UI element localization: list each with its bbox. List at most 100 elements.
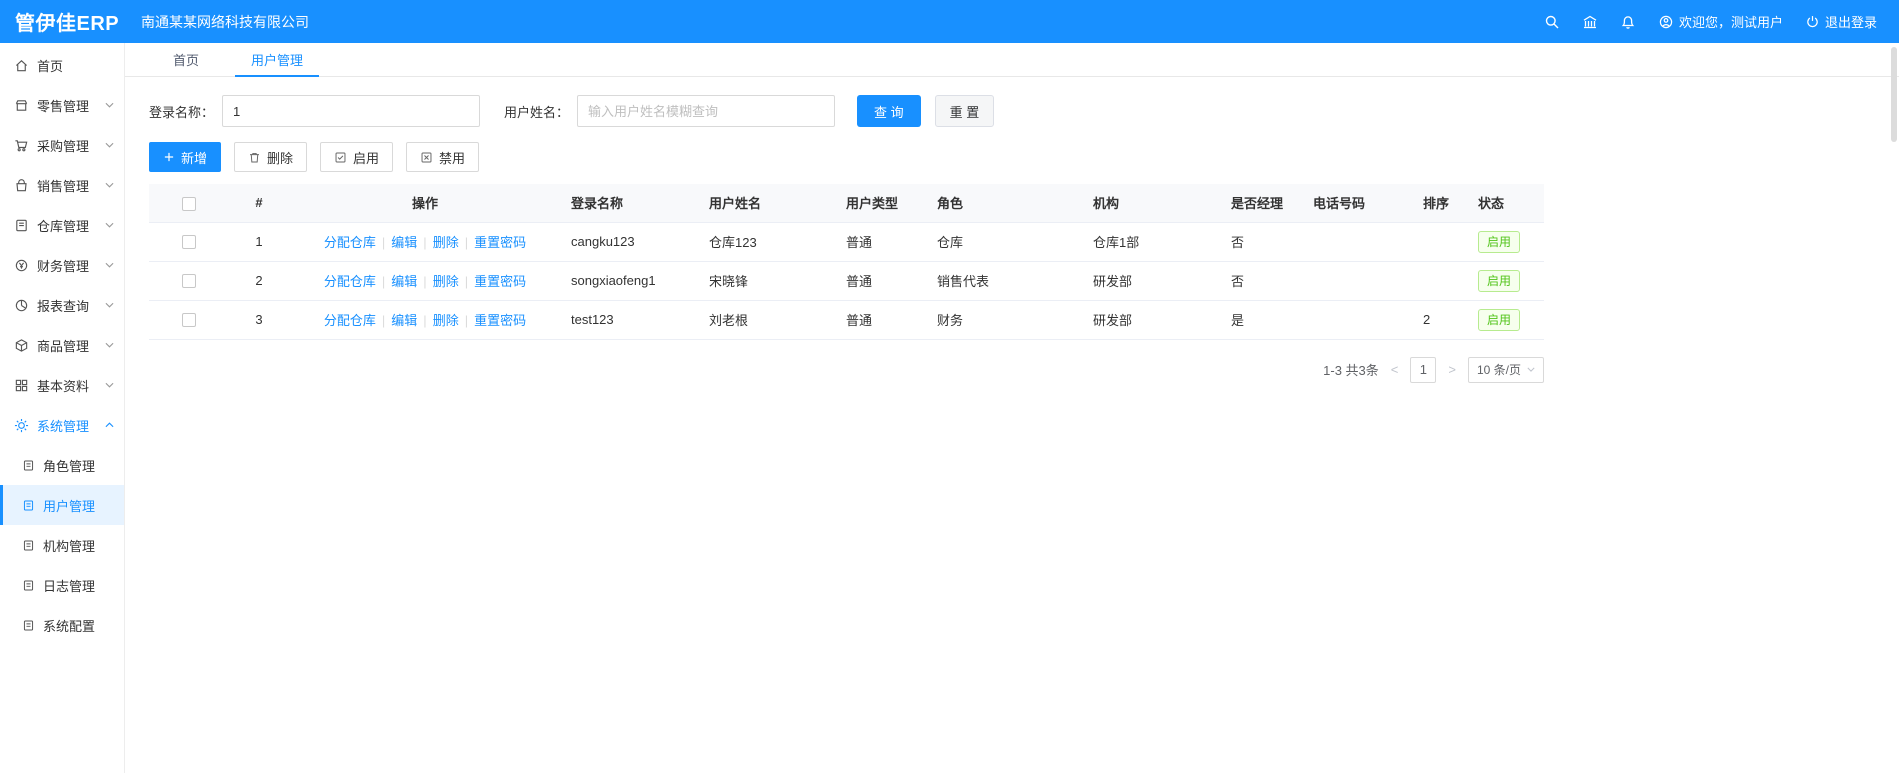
cell-login: test123 bbox=[561, 300, 699, 340]
assign-warehouse-link[interactable]: 分配仓库 bbox=[324, 274, 376, 289]
sidebar-item-log-mgmt[interactable]: 日志管理 bbox=[0, 565, 124, 605]
reset-password-link[interactable]: 重置密码 bbox=[474, 313, 526, 328]
user-name-label: 用户姓名： bbox=[504, 104, 570, 120]
prev-page-button[interactable]: < bbox=[1389, 362, 1401, 377]
cell-manager: 否 bbox=[1221, 261, 1303, 301]
cell-checkbox bbox=[149, 261, 229, 301]
disable-button[interactable]: 禁用 bbox=[406, 142, 480, 172]
cell-org: 仓库1部 bbox=[1083, 222, 1221, 262]
cell-name: 宋晓锋 bbox=[699, 261, 836, 301]
cell-role: 财务 bbox=[927, 300, 1083, 340]
delete-link[interactable]: 删除 bbox=[433, 313, 459, 328]
sidebar-item-home[interactable]: 首页 bbox=[0, 45, 124, 85]
reset-password-link[interactable]: 重置密码 bbox=[474, 274, 526, 289]
sidebar-item-system[interactable]: 系统管理 bbox=[0, 405, 124, 445]
cell-actions: 分配仓库 | 编辑 | 删除 | 重置密码 bbox=[289, 300, 561, 340]
cell-manager: 否 bbox=[1221, 222, 1303, 262]
cell-login: songxiaofeng1 bbox=[561, 261, 699, 301]
vertical-scrollbar[interactable] bbox=[1891, 47, 1897, 142]
status-badge: 启用 bbox=[1478, 308, 1521, 331]
power-icon bbox=[1807, 16, 1818, 28]
status-badge: 启用 bbox=[1478, 269, 1521, 292]
user-circle-icon bbox=[1659, 15, 1673, 28]
assign-warehouse-link[interactable]: 分配仓库 bbox=[324, 235, 376, 250]
reset-button[interactable]: 重 置 bbox=[934, 95, 995, 127]
cell-manager: 是 bbox=[1221, 300, 1303, 340]
sidebar-item-basic-data[interactable]: 基本资料 bbox=[0, 365, 124, 405]
home-bank-icon[interactable] bbox=[1582, 14, 1598, 30]
cell-org: 研发部 bbox=[1083, 261, 1221, 301]
action-separator: | bbox=[464, 235, 469, 250]
doc-icon bbox=[23, 540, 34, 550]
tab-user-mgmt[interactable]: 用户管理 bbox=[235, 43, 320, 77]
header-sort: 排序 bbox=[1413, 184, 1468, 223]
header-checkbox bbox=[149, 184, 229, 223]
sidebar: 首页 零售管理 采购管理 销售管理 仓库管理 财务管理 报表查询 商品管理 基本… bbox=[0, 43, 125, 773]
doc-icon bbox=[23, 620, 34, 630]
search-button[interactable]: 查 询 bbox=[857, 95, 921, 127]
page-size-value: 10 条/页 bbox=[1476, 363, 1521, 377]
cell-type: 普通 bbox=[836, 261, 927, 301]
header-org: 机构 bbox=[1083, 184, 1221, 223]
sidebar-item-role-mgmt[interactable]: 角色管理 bbox=[0, 445, 124, 485]
sidebar-item-goods[interactable]: 商品管理 bbox=[0, 325, 124, 365]
enable-button[interactable]: 启用 bbox=[320, 142, 394, 172]
cell-phone bbox=[1303, 261, 1413, 301]
action-separator: | bbox=[423, 274, 427, 289]
warehouse-icon bbox=[16, 219, 27, 231]
sidebar-item-purchase[interactable]: 采购管理 bbox=[0, 125, 124, 165]
filter-row: 登录名称： 用户姓名： 查 询 重 置 bbox=[149, 95, 1899, 127]
sidebar-item-user-mgmt[interactable]: 用户管理 bbox=[0, 485, 124, 525]
bell-icon[interactable] bbox=[1620, 14, 1636, 30]
select-all-checkbox[interactable] bbox=[182, 196, 196, 211]
chevron-down-icon bbox=[105, 382, 114, 388]
sidebar-item-org-mgmt[interactable]: 机构管理 bbox=[0, 525, 124, 565]
edit-link[interactable]: 编辑 bbox=[391, 274, 417, 289]
plus-icon bbox=[164, 152, 174, 162]
cell-login: cangku123 bbox=[561, 222, 699, 262]
app-logo: 管伊佳ERP bbox=[15, 13, 120, 35]
row-checkbox[interactable] bbox=[182, 313, 196, 328]
sidebar-item-retail[interactable]: 零售管理 bbox=[0, 85, 124, 125]
login-name-input[interactable] bbox=[222, 95, 481, 127]
row-checkbox[interactable] bbox=[182, 274, 196, 289]
sidebar-item-reports[interactable]: 报表查询 bbox=[0, 285, 124, 325]
next-page-button[interactable]: > bbox=[1446, 362, 1458, 377]
delete-link[interactable]: 删除 bbox=[433, 235, 459, 250]
caret-down-icon bbox=[1527, 367, 1535, 372]
edit-link[interactable]: 编辑 bbox=[391, 235, 417, 250]
delete-link[interactable]: 删除 bbox=[433, 274, 459, 289]
action-separator: | bbox=[381, 313, 386, 328]
cell-status: 启用 bbox=[1468, 300, 1544, 340]
header-status: 状态 bbox=[1468, 184, 1544, 223]
sidebar-item-finance[interactable]: 财务管理 bbox=[0, 245, 124, 285]
tab-home[interactable]: 首页 bbox=[157, 43, 215, 76]
delete-button[interactable]: 删除 bbox=[234, 142, 308, 172]
sidebar-item-system-config[interactable]: 系统配置 bbox=[0, 605, 124, 645]
doc-icon bbox=[23, 580, 34, 590]
cell-status: 启用 bbox=[1468, 222, 1544, 262]
logout-button[interactable]: 退出登录 bbox=[1805, 12, 1877, 31]
status-badge: 启用 bbox=[1478, 230, 1521, 253]
table-row: 1 分配仓库 | 编辑 | 删除 | 重置密码 cangku123 仓库123 普通 仓库 … bbox=[149, 222, 1544, 262]
assign-warehouse-link[interactable]: 分配仓库 bbox=[324, 313, 376, 328]
search-icon[interactable] bbox=[1544, 14, 1560, 30]
sidebar-item-warehouse[interactable]: 仓库管理 bbox=[0, 205, 124, 245]
sidebar-item-sales[interactable]: 销售管理 bbox=[0, 165, 124, 205]
cell-sort bbox=[1413, 261, 1468, 301]
edit-link[interactable]: 编辑 bbox=[391, 313, 417, 328]
cart-icon bbox=[15, 139, 28, 151]
welcome-user[interactable]: 欢迎您，测试用户 bbox=[1658, 12, 1783, 31]
cell-name: 仓库123 bbox=[699, 222, 836, 262]
money-icon bbox=[15, 259, 28, 271]
row-checkbox[interactable] bbox=[182, 235, 196, 250]
user-name-input[interactable] bbox=[577, 95, 836, 127]
cell-name: 刘老根 bbox=[699, 300, 836, 340]
chevron-down-icon bbox=[105, 222, 114, 228]
doc-icon bbox=[23, 500, 34, 510]
toolbar: 新增 删除 启用 禁用 bbox=[149, 142, 1899, 172]
page-number[interactable]: 1 bbox=[1410, 356, 1437, 383]
page-size-select[interactable]: 10 条/页 bbox=[1467, 356, 1544, 383]
reset-password-link[interactable]: 重置密码 bbox=[474, 235, 526, 250]
add-button[interactable]: 新增 bbox=[149, 142, 222, 172]
